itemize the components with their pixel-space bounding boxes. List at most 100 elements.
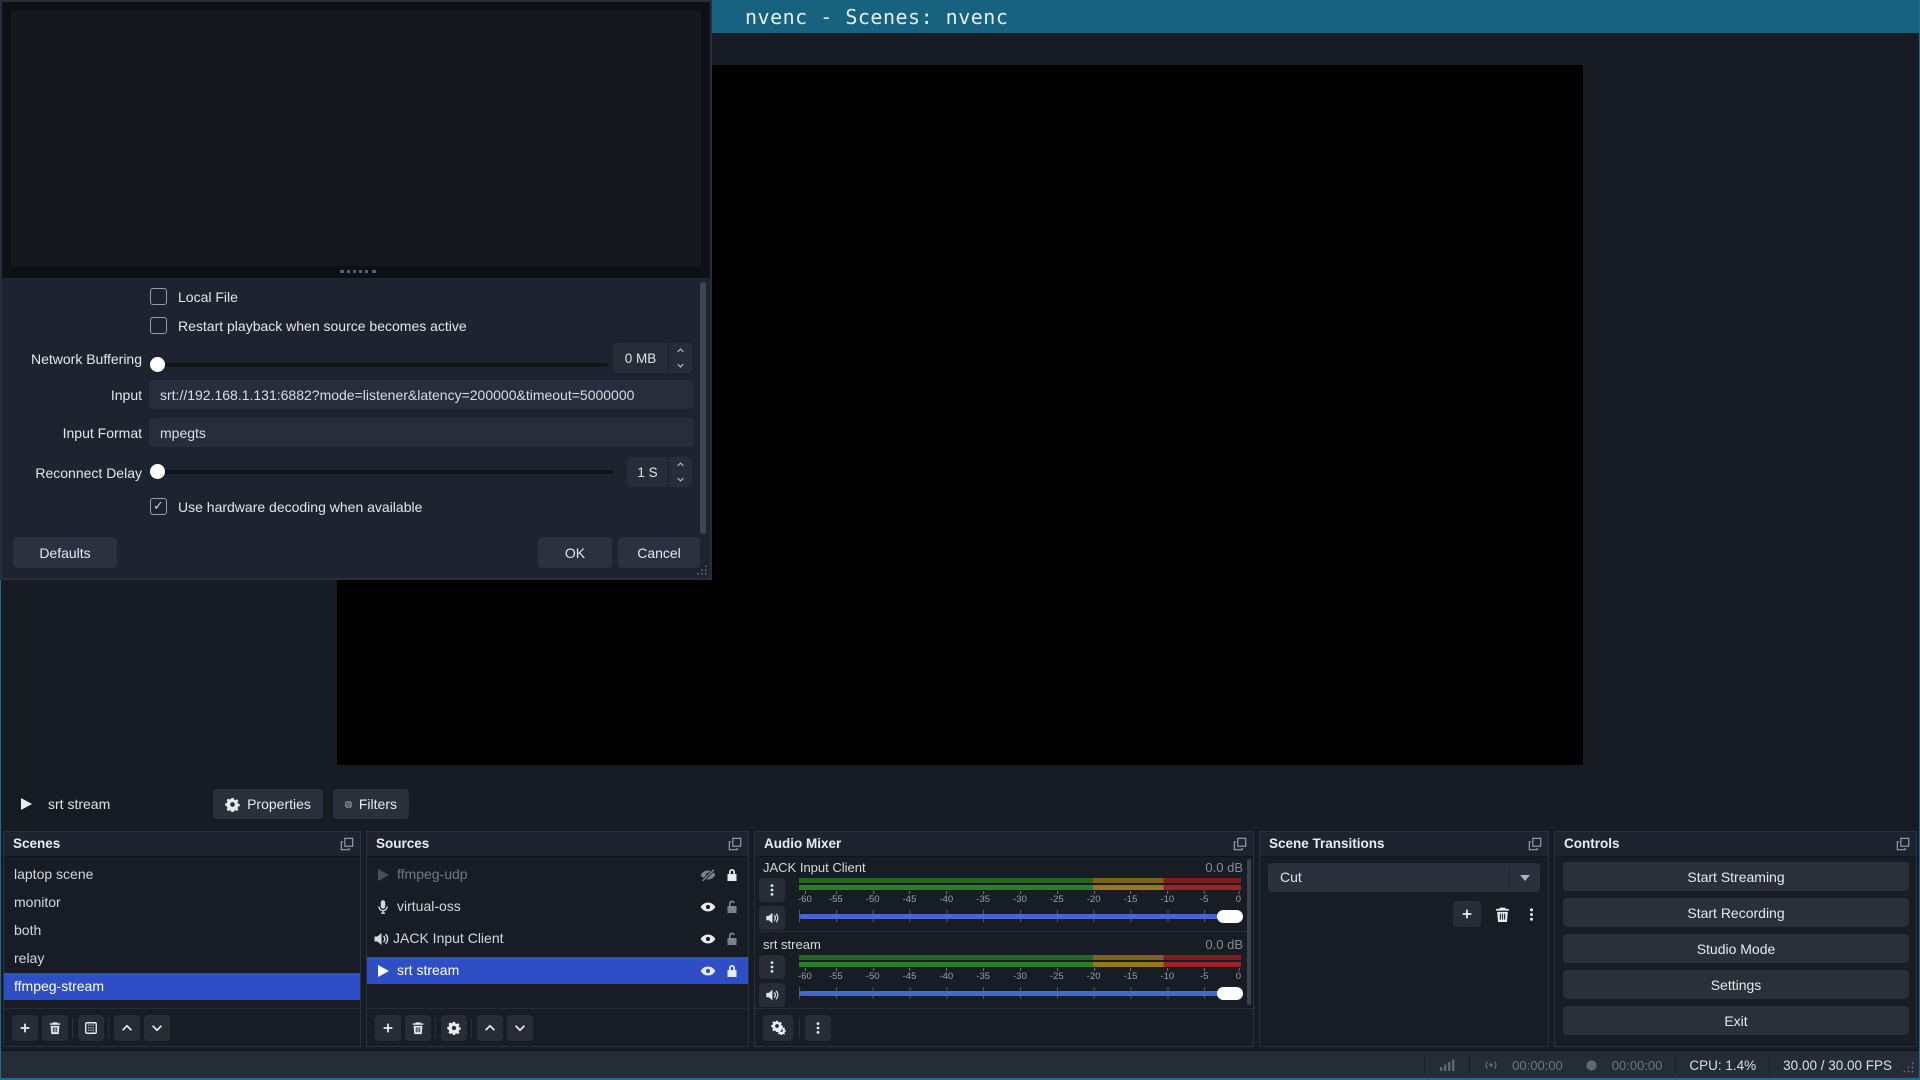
mute-button[interactable] [759, 983, 785, 1007]
transition-select[interactable]: Cut [1268, 863, 1540, 892]
audio-mixer-toolbar [755, 1008, 1253, 1046]
popout-icon[interactable] [1528, 837, 1542, 851]
popout-icon[interactable] [340, 837, 354, 851]
network-buffering-slider[interactable] [154, 363, 608, 367]
mixer-menu-button[interactable] [759, 955, 785, 979]
source-item[interactable]: virtual-oss [367, 893, 748, 920]
spin-up-button[interactable] [669, 343, 692, 358]
lock-icon[interactable] [724, 867, 740, 883]
speaker-icon [765, 988, 779, 1002]
scene-item[interactable]: both [4, 917, 360, 944]
defaults-button[interactable]: Defaults [13, 537, 117, 568]
network-buffering-label: Network Buffering [2, 351, 142, 367]
source-context-toolbar: srt stream Properties Filters [0, 785, 1920, 825]
volume-slider[interactable] [799, 985, 1241, 1001]
move-source-down-button[interactable] [507, 1015, 533, 1041]
popout-icon[interactable] [1896, 837, 1910, 851]
add-source-button[interactable] [375, 1015, 401, 1041]
properties-button[interactable]: Properties [213, 789, 323, 819]
source-item[interactable]: JACK Input Client [367, 925, 748, 952]
source-properties-button[interactable] [441, 1015, 467, 1041]
popout-icon[interactable] [728, 837, 742, 851]
exit-button[interactable]: Exit [1563, 1006, 1909, 1035]
meter-scale: -60-55-50-45-40-35-30-25-20-15-10-50 [799, 969, 1241, 981]
scene-item[interactable]: monitor [4, 889, 360, 916]
chevron-up-icon [676, 346, 685, 355]
chevron-down-icon [676, 361, 685, 370]
eye-icon[interactable] [700, 899, 716, 915]
dialog-splitter-handle[interactable] [340, 270, 376, 273]
mixer-options-button[interactable] [805, 1015, 831, 1041]
reconnect-delay-slider[interactable] [154, 470, 614, 474]
studio-mode-button[interactable]: Studio Mode [1563, 934, 1909, 963]
chevron-down-icon [1520, 875, 1530, 881]
scene-item[interactable]: laptop scene [4, 861, 360, 888]
input-field[interactable] [149, 380, 694, 409]
record-timecode: 00:00:00 [1612, 1058, 1663, 1073]
start-recording-button[interactable]: Start Recording [1563, 898, 1909, 927]
popout-icon[interactable] [1233, 837, 1247, 851]
scenes-title: Scenes [13, 836, 60, 851]
scene-filters-button[interactable] [78, 1015, 104, 1041]
volume-slider-handle[interactable] [1217, 987, 1243, 1000]
microphone-icon [375, 899, 391, 915]
filter-icon [84, 1021, 98, 1035]
toolbar-divider [471, 1018, 472, 1038]
dialog-media-preview [11, 10, 701, 266]
settings-button[interactable]: Settings [1563, 970, 1909, 999]
mixer-menu-button[interactable] [759, 878, 785, 902]
lock-open-icon[interactable] [724, 931, 740, 947]
remove-transition-button[interactable] [1491, 903, 1513, 925]
spin-up-button[interactable] [669, 457, 692, 472]
volume-slider[interactable] [799, 908, 1241, 924]
input-format-field[interactable] [149, 418, 694, 447]
hw-decode-label: Use hardware decoding when available [178, 499, 422, 515]
eye-icon[interactable] [700, 931, 716, 947]
mixer-scrollbar[interactable] [1247, 859, 1251, 1005]
hw-decode-checkbox[interactable] [150, 498, 167, 515]
remove-scene-button[interactable] [42, 1015, 68, 1041]
ok-button[interactable]: OK [538, 537, 612, 568]
eye-slash-icon[interactable] [700, 867, 716, 883]
scene-item[interactable]: relay [4, 945, 360, 972]
statusbar-divider [1424, 1056, 1425, 1074]
reconnect-delay-slider-handle[interactable] [150, 464, 165, 479]
resize-grip-icon[interactable] [1902, 1061, 1915, 1074]
remove-source-button[interactable] [405, 1015, 431, 1041]
input-format-label: Input Format [2, 425, 142, 441]
scene-item-selected[interactable]: ffmpeg-stream [4, 973, 360, 1000]
move-scene-up-button[interactable] [114, 1015, 140, 1041]
filters-button[interactable]: Filters [333, 789, 409, 819]
spin-down-button[interactable] [669, 358, 692, 373]
lock-icon[interactable] [724, 963, 740, 979]
meter-scale: -60-55-50-45-40-35-30-25-20-15-10-50 [799, 892, 1241, 904]
start-streaming-button[interactable]: Start Streaming [1563, 862, 1909, 891]
transition-properties-button[interactable] [1522, 903, 1540, 925]
network-buffering-slider-handle[interactable] [150, 357, 165, 372]
chevron-down-icon [676, 475, 685, 484]
restart-playback-checkbox[interactable] [150, 317, 167, 334]
reconnect-delay-spinbox[interactable]: 1 S [627, 457, 692, 487]
add-transition-button[interactable] [1453, 901, 1481, 927]
spin-down-button[interactable] [669, 472, 692, 487]
network-buffering-spinbox[interactable]: 0 MB [613, 343, 692, 373]
mute-button[interactable] [759, 906, 785, 930]
eye-icon[interactable] [700, 963, 716, 979]
source-item-selected[interactable]: srt stream [367, 957, 748, 984]
source-properties-dialog: Local File Restart playback when source … [0, 0, 712, 580]
volume-slider-handle[interactable] [1217, 910, 1243, 923]
advanced-audio-button[interactable] [763, 1015, 793, 1041]
statusbar-divider [1675, 1056, 1676, 1074]
add-scene-button[interactable] [12, 1015, 38, 1041]
source-item[interactable]: ffmpeg-udp [367, 861, 748, 888]
dialog-scrollbar[interactable] [700, 282, 706, 534]
move-source-up-button[interactable] [477, 1015, 503, 1041]
dots-vertical-icon [1524, 907, 1539, 922]
media-play-icon [375, 963, 391, 979]
resize-grip-icon[interactable] [696, 564, 708, 576]
lock-open-icon[interactable] [724, 899, 740, 915]
gear-icon [447, 1021, 461, 1035]
move-scene-down-button[interactable] [144, 1015, 170, 1041]
cancel-button[interactable]: Cancel [618, 537, 700, 568]
local-file-checkbox[interactable] [150, 288, 167, 305]
